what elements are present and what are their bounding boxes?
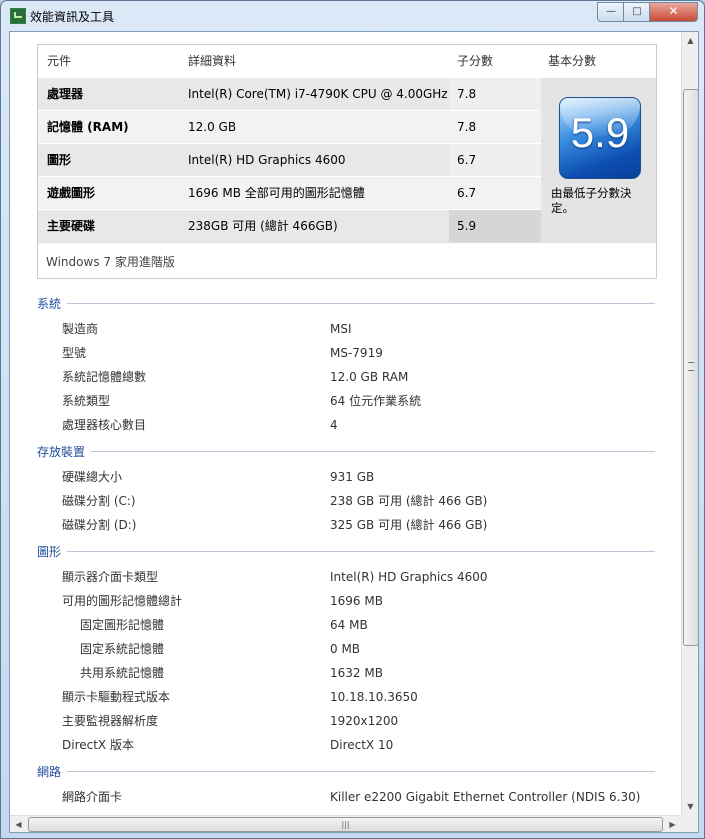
close-button[interactable]: ✕ [649,2,698,22]
section-title: 圖形 [37,543,68,560]
section-storage: 存放裝置 [37,443,657,460]
component-name: 遊戲圖形 [38,177,188,209]
info-value: Killer e2200 Gigabit Ethernet Controller… [330,790,641,804]
section-title: 系統 [37,295,68,312]
info-label: 主要監視器解析度 [62,714,159,728]
close-icon: ✕ [668,4,679,18]
section-divider [37,551,655,552]
section-divider [37,303,655,304]
score-row-gaming-graphics: 遊戲圖形 1696 MB 全部可用的圖形記憶體 6.7 [38,177,549,209]
info-label: 硬碟總大小 [62,470,123,484]
section-divider [37,771,655,772]
component-name: 圖形 [38,144,188,176]
component-name: 主要硬碟 [38,210,188,242]
info-value: DirectX 10 [330,738,394,752]
info-label: 共用系統記憶體 [80,666,165,680]
minimize-button[interactable]: — [597,2,625,22]
component-details: Intel(R) Core(TM) i7-4790K CPU @ 4.00GHz [188,78,450,110]
base-score-panel: 5.9 由最低子分數決定。 [541,78,656,242]
info-label: 型號 [62,346,87,360]
info-label: 處理器核心數目 [62,418,147,432]
maximize-button[interactable]: □ [623,2,651,22]
component-details: Intel(R) HD Graphics 4600 [188,144,450,176]
component-subscore: 6.7 [449,177,549,209]
os-edition: Windows 7 家用進階版 [46,255,175,269]
component-name: 處理器 [38,78,188,110]
info-value: 931 GB [330,470,375,484]
component-details: 238GB 可用 (總計 466GB) [188,210,450,242]
scroll-down-arrow-icon[interactable]: ▼ [682,798,698,815]
info-value: 1696 MB [330,594,383,608]
component-subscore: 5.9 [449,210,549,242]
section-title: 存放裝置 [37,443,92,460]
base-score-value: 5.9 [570,109,630,156]
info-value: 10.18.10.3650 [330,690,418,704]
info-label: 固定圖形記憶體 [80,618,165,632]
scroll-right-arrow-icon[interactable]: ▶ [664,816,681,832]
info-value: 4 [330,418,338,432]
info-value: 64 MB [330,618,368,632]
info-value: 238 GB 可用 (總計 466 GB) [330,494,488,508]
vertical-scrollbar[interactable]: ▲ ▼ [681,32,698,815]
horizontal-scroll-thumb[interactable]: ||| [28,817,663,832]
info-label: 磁碟分割 (D:) [62,518,137,532]
info-value: 1632 MB [330,666,383,680]
section-network: 網路 [37,763,657,780]
info-value: 1920x1200 [330,714,399,728]
info-label: 系統記憶體總數 [62,370,147,384]
info-label: 製造商 [62,322,99,336]
info-label: 系統類型 [62,394,111,408]
title-bar[interactable]: 效能資訊及工具 — □ ✕ [1,1,704,31]
minimize-icon: — [606,6,616,17]
info-label: 固定系統記憶體 [80,642,165,656]
scroll-left-arrow-icon[interactable]: ◀ [10,816,27,832]
vertical-scroll-thumb[interactable] [683,89,698,646]
info-label: DirectX 版本 [62,738,134,752]
client-area: 元件 詳細資料 子分數 基本分數 處理器 Intel(R) Core(TM) i… [9,31,699,833]
score-row-graphics: 圖形 Intel(R) HD Graphics 4600 6.7 [38,144,549,176]
component-details: 1696 MB 全部可用的圖形記憶體 [188,177,450,209]
header-details: 詳細資料 [188,54,237,68]
performance-app-icon [10,8,26,24]
info-value: MSI [330,322,352,336]
info-value: 325 GB 可用 (總計 466 GB) [330,518,488,532]
horizontal-scrollbar[interactable]: ◀ ||| ▶ [10,815,681,832]
info-label: 顯示器介面卡類型 [62,570,159,584]
os-edition-row: Windows 7 家用進階版 [38,242,656,279]
score-row-primary-disk: 主要硬碟 238GB 可用 (總計 466GB) 5.9 [38,210,549,242]
info-value: Intel(R) HD Graphics 4600 [330,570,488,584]
score-table: 元件 詳細資料 子分數 基本分數 處理器 Intel(R) Core(TM) i… [37,44,657,279]
scroll-content: 元件 詳細資料 子分數 基本分數 處理器 Intel(R) Core(TM) i… [10,32,681,815]
info-value: 64 位元作業系統 [330,394,422,408]
component-subscore: 7.8 [449,111,549,143]
base-score-note: 由最低子分數決定。 [551,186,632,215]
header-component: 元件 [47,54,72,68]
app-window: 效能資訊及工具 — □ ✕ 元件 詳細資料 子分數 基本分數 處理器 Intel… [0,0,705,839]
header-subscore: 子分數 [457,54,494,68]
info-label: 可用的圖形記憶體總計 [62,594,183,608]
scroll-up-arrow-icon[interactable]: ▲ [682,32,698,49]
component-details: 12.0 GB [188,111,450,143]
info-label: 磁碟分割 (C:) [62,494,136,508]
component-subscore: 6.7 [449,144,549,176]
component-name: 記憶體 (RAM) [38,111,188,143]
info-value: 12.0 GB RAM [330,370,409,384]
window-title: 效能資訊及工具 [30,10,115,24]
maximize-icon: □ [632,6,642,17]
component-subscore: 7.8 [449,78,549,110]
score-row-memory: 記憶體 (RAM) 12.0 GB 7.8 [38,111,549,143]
section-system: 系統 [37,295,657,312]
info-value: 0 MB [330,642,361,656]
score-row-processor: 處理器 Intel(R) Core(TM) i7-4790K CPU @ 4.0… [38,78,549,110]
section-graphics: 圖形 [37,543,657,560]
base-score-badge: 5.9 [559,97,641,179]
info-value: MS-7919 [330,346,383,360]
section-title: 網路 [37,763,68,780]
section-divider [37,451,655,452]
info-label: 顯示卡驅動程式版本 [62,690,171,704]
info-label: 網路介面卡 [62,790,123,804]
header-base-score: 基本分數 [548,54,597,68]
scrollbar-corner [681,815,698,832]
